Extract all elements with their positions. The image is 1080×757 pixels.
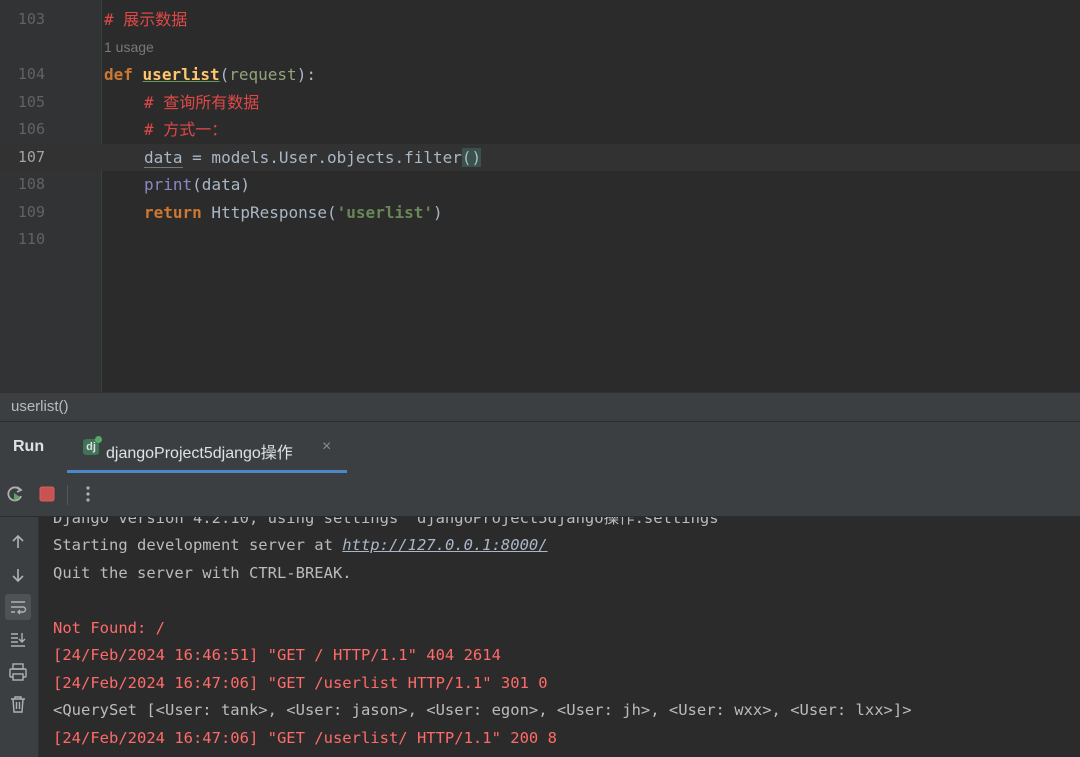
line-number: 105 bbox=[17, 93, 45, 111]
code-line[interactable]: 106 # 方式一： bbox=[0, 116, 1080, 143]
line-number: 107 bbox=[17, 148, 45, 166]
line-number: 109 bbox=[17, 203, 45, 221]
console-log-line: [24/Feb/2024 16:47:06] "GET /userlist HT… bbox=[53, 674, 548, 692]
console-error-line: Not Found: / bbox=[53, 619, 165, 637]
breadcrumb[interactable]: userlist() bbox=[0, 392, 1080, 422]
console-line: Django version 4.2.10, using settings 'd… bbox=[53, 517, 728, 527]
line-number: 110 bbox=[17, 230, 45, 248]
server-url-link[interactable]: http://127.0.0.1:8000/ bbox=[342, 536, 547, 554]
trash-icon[interactable] bbox=[5, 691, 31, 717]
console-output[interactable]: Django version 4.2.10, using settings 'd… bbox=[39, 517, 1080, 757]
code-line[interactable]: 104 def userlist(request): bbox=[0, 61, 1080, 88]
line-number: 104 bbox=[17, 65, 45, 83]
comment: # 方式一： bbox=[144, 120, 228, 139]
rerun-icon[interactable] bbox=[5, 484, 25, 504]
code-line[interactable]: 109 return HttpResponse('userlist') bbox=[0, 199, 1080, 226]
usage-hint-line: 1 usage bbox=[0, 34, 1080, 61]
code-line[interactable]: 108 print(data) bbox=[0, 171, 1080, 198]
comment: # 展示数据 bbox=[104, 10, 188, 29]
console-line: Starting development server at http://12… bbox=[53, 536, 548, 554]
toolbar-separator bbox=[67, 485, 68, 505]
line-number: 108 bbox=[17, 175, 45, 193]
line-number: 106 bbox=[17, 120, 45, 138]
return-statement: return HttpResponse('userlist') bbox=[144, 203, 443, 222]
run-title: Run bbox=[13, 438, 45, 455]
console-log-line: [24/Feb/2024 16:47:06] "GET /userlist/ H… bbox=[53, 729, 557, 747]
console-line: Quit the server with CTRL-BREAK. bbox=[53, 564, 352, 582]
print-icon[interactable] bbox=[5, 659, 31, 685]
run-config-tab[interactable]: dj djangoProject5django操作 × bbox=[67, 422, 347, 473]
print-statement: print(data) bbox=[144, 175, 250, 194]
console-line: <QuerySet [<User: tank>, <User: jason>, … bbox=[53, 701, 912, 719]
tab-label: djangoProject5django操作 bbox=[106, 445, 293, 462]
scroll-to-end-icon[interactable] bbox=[5, 626, 31, 652]
run-tool-window-header: Run dj djangoProject5django操作 × bbox=[0, 421, 1080, 473]
code-editor[interactable]: 103 # 展示数据 1 usage 104 def userlist(requ… bbox=[0, 0, 1080, 392]
breadcrumb-function[interactable]: userlist() bbox=[11, 398, 69, 415]
console-side-toolbar bbox=[0, 517, 39, 757]
scroll-up-icon[interactable] bbox=[5, 529, 31, 555]
code-line[interactable]: 103 # 展示数据 bbox=[0, 6, 1080, 33]
django-icon: dj bbox=[83, 436, 102, 455]
usage-hint[interactable]: 1 usage bbox=[104, 34, 154, 61]
console-log-line: [24/Feb/2024 16:46:51] "GET / HTTP/1.1" … bbox=[53, 646, 501, 664]
comment: # 查询所有数据 bbox=[144, 93, 260, 112]
soft-wrap-icon[interactable] bbox=[5, 594, 31, 620]
more-options-icon[interactable] bbox=[78, 484, 98, 504]
line-number: 103 bbox=[17, 10, 45, 28]
stop-icon[interactable] bbox=[37, 484, 57, 504]
code-line[interactable]: 110 bbox=[0, 226, 1080, 253]
close-icon[interactable]: × bbox=[322, 438, 331, 456]
code-line[interactable]: 105 # 查询所有数据 bbox=[0, 89, 1080, 116]
assignment-statement: data = models.User.objects.filter() bbox=[144, 148, 482, 168]
function-def: def userlist(request): bbox=[104, 65, 316, 84]
current-code-line[interactable]: 107 data = models.User.objects.filter() bbox=[0, 144, 1080, 171]
scroll-down-icon[interactable] bbox=[5, 562, 31, 588]
run-toolbar bbox=[0, 473, 1080, 517]
